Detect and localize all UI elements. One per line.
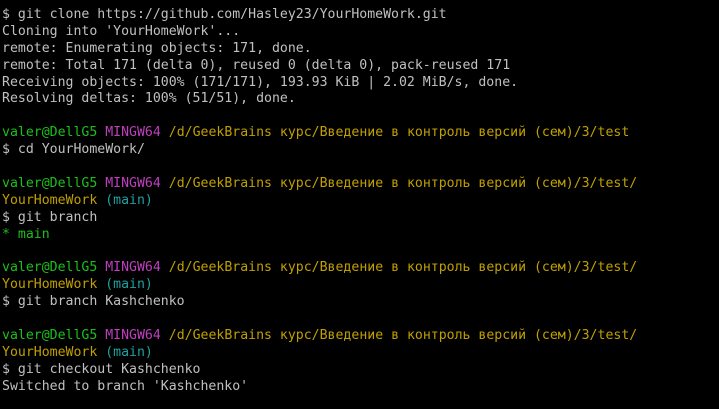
prompt-line: valer@DellG5 MINGW64 /d/GeekBrains курс/… (2, 260, 719, 277)
command-text: $ git checkout Kashchenko (2, 361, 201, 377)
output-line: Receiving objects: 100% (171/171), 193.9… (2, 75, 719, 92)
branch-list-item: * main (2, 227, 719, 244)
prompt-branch: (main) (105, 277, 153, 293)
command-line: $ git checkout Kashchenko (2, 362, 719, 379)
prompt-shell: MINGW64 (105, 125, 161, 141)
command-line: $ git clone https://github.com/Hasley23/… (2, 7, 719, 24)
output-text: Cloning into 'YourHomeWork'... (2, 23, 241, 39)
prompt-line-continuation: YourHomeWork (main) (2, 277, 719, 294)
output-line: Switched to branch 'Kashchenko' (2, 379, 719, 396)
output-text: remote: Enumerating objects: 171, done. (2, 40, 312, 56)
prompt-user-host: valer@DellG5 (2, 175, 98, 191)
prompt-path: YourHomeWork (2, 277, 98, 293)
prompt-branch: (main) (105, 192, 153, 208)
prompt-line: valer@DellG5 MINGW64 /d/GeekBrains курс/… (2, 328, 719, 345)
prompt-line-continuation: YourHomeWork (main) (2, 345, 719, 362)
prompt-path: YourHomeWork (2, 344, 98, 360)
output-line: Cloning into 'YourHomeWork'... (2, 24, 719, 41)
prompt-shell: MINGW64 (105, 327, 161, 343)
prompt-line: valer@DellG5 MINGW64 /d/GeekBrains курс/… (2, 176, 719, 193)
output-text: Switched to branch 'Kashchenko' (2, 378, 249, 394)
prompt-user-host: valer@DellG5 (2, 260, 98, 276)
prompt-path: YourHomeWork (2, 192, 98, 208)
output-line: remote: Enumerating objects: 171, done. (2, 41, 719, 58)
prompt-shell: MINGW64 (105, 175, 161, 191)
prompt-user-host: valer@DellG5 (2, 327, 98, 343)
prompt-path: /d/GeekBrains курс/Введение в контроль в… (168, 125, 630, 141)
prompt-line: valer@DellG5 MINGW64 /d/GeekBrains курс/… (2, 125, 719, 142)
terminal-window[interactable]: $ git clone https://github.com/Hasley23/… (0, 0, 719, 409)
prompt-path: /d/GeekBrains курс/Введение в контроль в… (168, 327, 638, 343)
command-text: $ cd YourHomeWork/ (2, 142, 145, 158)
command-text: $ git clone https://github.com/Hasley23/… (2, 7, 447, 22)
command-line: $ cd YourHomeWork/ (2, 142, 719, 159)
output-line: remote: Total 171 (delta 0), reused 0 (d… (2, 58, 719, 75)
command-text: $ git branch Kashchenko (2, 294, 185, 310)
command-text: $ git branch (2, 209, 98, 225)
command-line: $ git branch (2, 210, 719, 227)
output-text: Resolving deltas: 100% (51/51), done. (2, 91, 296, 107)
output-text: remote: Total 171 (delta 0), reused 0 (d… (2, 57, 511, 73)
prompt-branch: (main) (105, 344, 153, 360)
output-line: Resolving deltas: 100% (51/51), done. (2, 91, 719, 108)
prompt-path: /d/GeekBrains курс/Введение в контроль в… (168, 260, 638, 276)
prompt-user-host: valer@DellG5 (2, 125, 98, 141)
command-line: $ git branch Kashchenko (2, 294, 719, 311)
prompt-line-continuation: YourHomeWork (main) (2, 193, 719, 210)
prompt-shell: MINGW64 (105, 260, 161, 276)
prompt-path: /d/GeekBrains курс/Введение в контроль в… (168, 175, 638, 191)
output-text: Receiving objects: 100% (171/171), 193.9… (2, 74, 519, 90)
current-branch: * main (2, 226, 50, 242)
